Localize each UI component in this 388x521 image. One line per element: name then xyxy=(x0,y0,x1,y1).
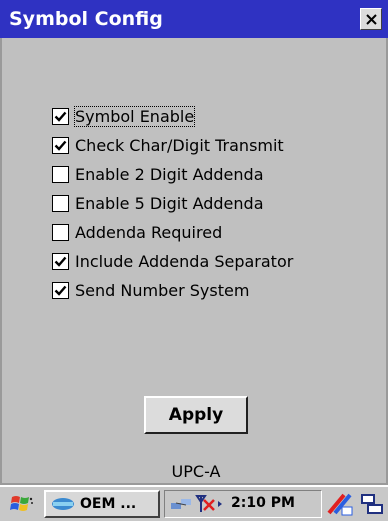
checkbox[interactable] xyxy=(52,108,69,125)
symbology-name: UPC-A xyxy=(171,462,221,481)
clock[interactable]: 2:10 PM xyxy=(231,495,295,511)
option-label: Addenda Required xyxy=(75,223,223,242)
option-send-number-system[interactable]: Send Number System xyxy=(52,276,293,305)
checkmark-icon xyxy=(54,285,67,296)
option-label: Send Number System xyxy=(75,281,250,300)
checkbox[interactable] xyxy=(52,282,69,299)
checkbox[interactable] xyxy=(52,253,69,270)
apply-button[interactable]: Apply xyxy=(144,396,248,434)
dialog-body: Symbol Enable Check Char/Digit Transmit … xyxy=(0,38,388,485)
option-include-addenda-separator[interactable]: Include Addenda Separator xyxy=(52,247,293,276)
option-label: Include Addenda Separator xyxy=(75,252,294,271)
option-enable-2-digit-addenda[interactable]: Enable 2 Digit Addenda xyxy=(52,160,293,189)
checkmark-icon xyxy=(54,140,67,151)
option-enable-5-digit-addenda[interactable]: Enable 5 Digit Addenda xyxy=(52,189,293,218)
taskbar-app-label: OEM ... xyxy=(80,496,137,512)
window-title: Symbol Config xyxy=(9,8,163,30)
checkbox[interactable] xyxy=(52,224,69,241)
oem-app-icon xyxy=(52,498,74,510)
taskbar-app-button[interactable]: OEM ... xyxy=(44,490,160,518)
input-panel-icon[interactable] xyxy=(326,491,354,517)
checkmark-icon xyxy=(54,256,67,267)
close-icon xyxy=(366,14,377,25)
taskbar: OEM ... 2:10 PM xyxy=(0,485,388,521)
checkbox[interactable] xyxy=(52,137,69,154)
title-bar: Symbol Config xyxy=(0,0,388,38)
option-label: Enable 5 Digit Addenda xyxy=(75,194,264,213)
close-button[interactable] xyxy=(360,8,382,30)
checkbox[interactable] xyxy=(52,195,69,212)
checkmark-icon xyxy=(54,111,67,122)
option-addenda-required[interactable]: Addenda Required xyxy=(52,218,293,247)
no-signal-icon[interactable] xyxy=(195,494,225,514)
option-check-char-digit-transmit[interactable]: Check Char/Digit Transmit xyxy=(52,131,293,160)
option-label: Enable 2 Digit Addenda xyxy=(75,165,264,184)
keyboard-icon[interactable] xyxy=(360,493,384,515)
system-tray: 2:10 PM xyxy=(164,490,322,518)
option-label: Check Char/Digit Transmit xyxy=(75,136,284,155)
option-symbol-enable[interactable]: Symbol Enable xyxy=(52,102,293,131)
checkbox[interactable] xyxy=(52,166,69,183)
symbol-config-window: Symbol Config Symbol Enable Check Char/D… xyxy=(0,0,388,521)
network-connection-icon[interactable] xyxy=(169,495,193,513)
windows-flag-icon[interactable] xyxy=(8,492,36,516)
option-list: Symbol Enable Check Char/Digit Transmit … xyxy=(52,102,293,305)
option-label: Symbol Enable xyxy=(73,106,196,127)
